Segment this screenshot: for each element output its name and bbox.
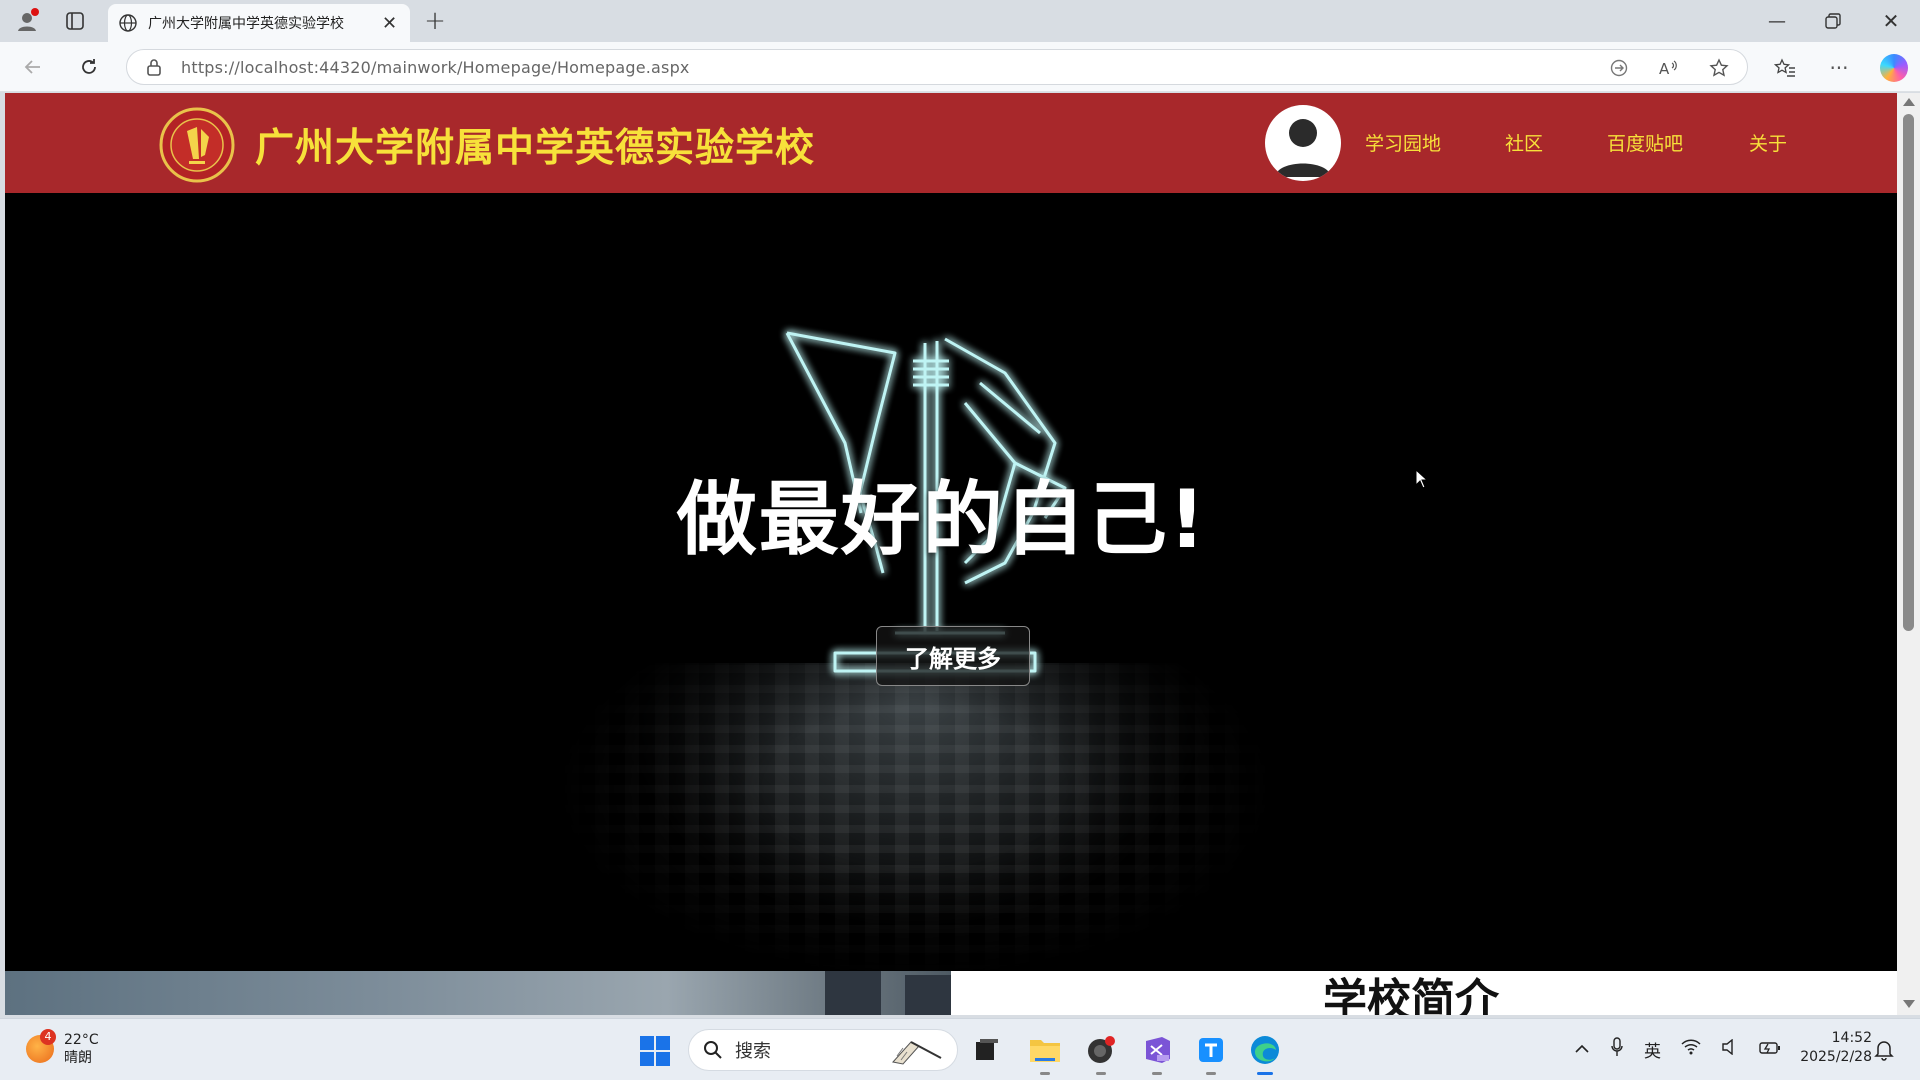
search-icon <box>704 1041 722 1059</box>
school-emblem-logo[interactable] <box>159 107 235 183</box>
learn-more-button[interactable]: 了解更多 <box>876 626 1030 686</box>
system-clock[interactable]: 14:52 2025/2/28 <box>1792 1029 1872 1067</box>
mouse-cursor-icon <box>1415 469 1429 489</box>
scroll-down-arrow-icon[interactable] <box>1903 1000 1915 1008</box>
input-method-indicator[interactable]: 英 <box>1644 1037 1661 1062</box>
tab-title: 广州大学附属中学英德实验学校 <box>148 16 344 32</box>
url-field[interactable]: https://localhost:44320/mainwork/Homepag… <box>126 49 1748 85</box>
close-tab-icon[interactable]: ✕ <box>382 13 397 34</box>
user-avatar[interactable] <box>1265 105 1341 181</box>
lock-icon[interactable] <box>143 56 165 78</box>
system-tray: 英 <box>1574 1037 1801 1062</box>
volume-icon[interactable] <box>1721 1038 1739 1060</box>
address-bar-row: https://localhost:44320/mainwork/Homepag… <box>0 42 1920 92</box>
weather-condition: 晴朗 <box>64 1050 92 1066</box>
intro-heading: 学校简介 <box>1323 975 1499 1016</box>
app-available-icon[interactable] <box>1608 57 1630 79</box>
school-name-title[interactable]: 广州大学附属中学英德实验学校 <box>255 117 815 173</box>
scroll-up-arrow-icon[interactable] <box>1903 98 1915 106</box>
profile-icon[interactable] <box>10 4 44 38</box>
site-header: 广州大学附属中学英德实验学校 学习园地 社区 百度贴吧 关于 <box>5 93 1901 193</box>
search-highlight-icon <box>892 1041 942 1065</box>
browser-tab[interactable]: 广州大学附属中学英德实验学校 ✕ <box>108 4 410 42</box>
browser-tab-strip: 广州大学附属中学英德实验学校 ✕ + — ✕ <box>0 0 1920 42</box>
copilot-icon[interactable] <box>1880 54 1908 82</box>
edge-browser-icon[interactable] <box>1248 1033 1282 1075</box>
restore-window-button[interactable] <box>1816 4 1850 38</box>
tab-actions-icon[interactable] <box>58 4 92 38</box>
campus-photo <box>5 971 951 1015</box>
weather-widget[interactable]: 4 22°C 晴朗 <box>26 1029 99 1067</box>
camera-app-icon[interactable] <box>1084 1033 1118 1075</box>
show-hidden-icons-chevron-icon[interactable] <box>1574 1040 1590 1060</box>
close-window-button[interactable]: ✕ <box>1874 4 1908 38</box>
new-tab-button[interactable]: + <box>418 4 452 38</box>
svg-text:A: A <box>1659 60 1670 78</box>
taskbar-search-box[interactable]: 搜索 <box>688 1029 958 1071</box>
reload-button[interactable] <box>72 50 106 84</box>
weather-alert-badge: 4 <box>40 1029 56 1045</box>
read-aloud-icon[interactable]: A <box>1658 57 1680 79</box>
teams-app-icon[interactable] <box>1194 1033 1228 1075</box>
main-nav: 学习园地 社区 百度贴吧 关于 <box>1365 129 1787 156</box>
weather-sun-icon: 4 <box>26 1029 56 1063</box>
school-intro-section: 学校简介 <box>5 971 1901 1015</box>
favorites-icon[interactable] <box>1774 57 1796 79</box>
wifi-icon[interactable] <box>1681 1039 1701 1060</box>
back-button[interactable] <box>16 50 50 84</box>
url-text: https://localhost:44320/mainwork/Homepag… <box>181 57 690 77</box>
task-view-icon[interactable] <box>970 1033 1004 1067</box>
nav-link-baidu-tieba[interactable]: 百度贴吧 <box>1607 129 1683 156</box>
scrollbar-thumb[interactable] <box>1903 114 1914 631</box>
clock-date: 2025/2/28 <box>1800 1049 1872 1065</box>
notification-bell-icon[interactable] <box>1874 1039 1894 1061</box>
hero-banner: 做最好的自己! 了解更多 <box>5 193 1901 971</box>
favorite-star-icon[interactable] <box>1708 57 1730 79</box>
battery-icon[interactable] <box>1759 1040 1781 1060</box>
clock-time: 14:52 <box>1831 1030 1872 1046</box>
nav-link-about[interactable]: 关于 <box>1749 129 1787 156</box>
weather-temperature: 22°C <box>64 1032 99 1048</box>
page-viewport: 广州大学附属中学英德实验学校 学习园地 社区 百度贴吧 关于 做最好的自己! 了… <box>5 93 1901 1015</box>
user-avatar-icon <box>1275 119 1331 177</box>
visual-studio-icon[interactable] <box>1140 1033 1174 1075</box>
minimize-window-button[interactable]: — <box>1760 4 1794 38</box>
search-placeholder: 搜索 <box>735 1041 771 1062</box>
nav-link-study[interactable]: 学习园地 <box>1365 129 1441 156</box>
more-menu-icon[interactable]: ··· <box>1828 56 1850 80</box>
globe-icon <box>119 14 137 32</box>
hero-slogan: 做最好的自己! <box>676 473 1208 566</box>
start-button[interactable] <box>640 1036 670 1066</box>
file-explorer-icon[interactable] <box>1028 1033 1062 1075</box>
nav-link-community[interactable]: 社区 <box>1505 129 1543 156</box>
windows-taskbar: 4 22°C 晴朗 搜索 英 14:52 2025/2/28 <box>0 1018 1920 1080</box>
microphone-icon[interactable] <box>1610 1037 1624 1062</box>
